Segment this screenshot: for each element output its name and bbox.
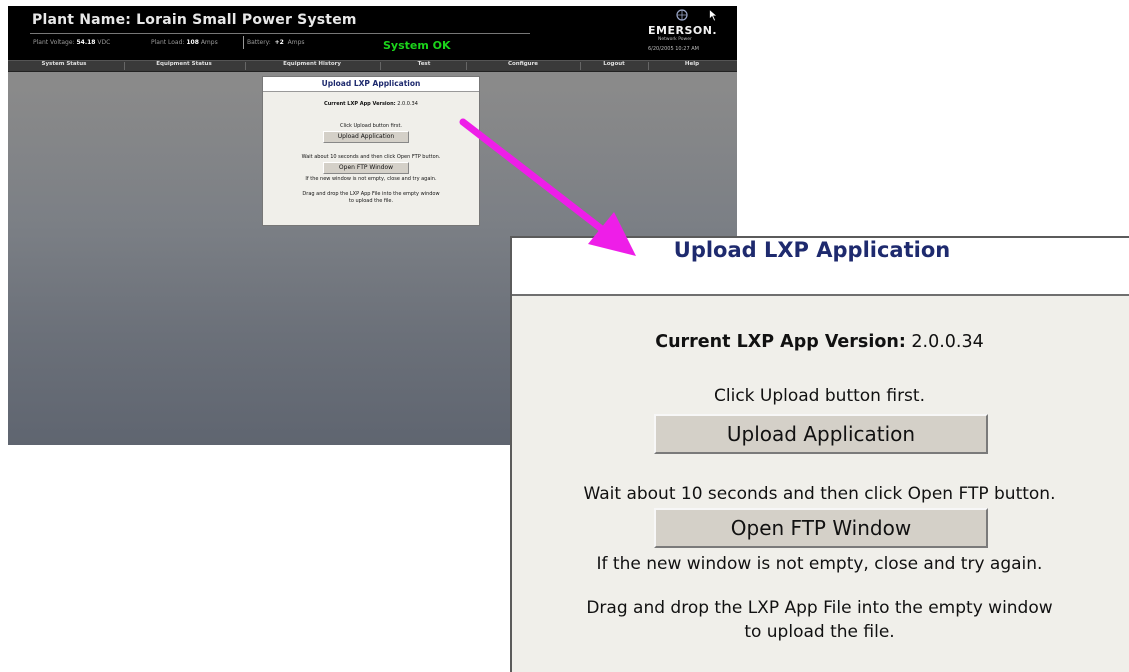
nav-configure[interactable]: Configure — [470, 61, 576, 71]
battery-divider — [243, 36, 244, 49]
current-datetime: 6/20/2005 10:27 AM — [648, 46, 699, 52]
nav-separator — [648, 62, 649, 70]
mouse-cursor-icon — [709, 9, 718, 22]
nav-separator — [245, 62, 246, 70]
nav-separator — [380, 62, 381, 70]
step4-line1-small: Drag and drop the LXP App File into the … — [302, 191, 440, 197]
emerson-logo-text: EMERSON. — [648, 24, 718, 37]
upload-application-button-small[interactable]: Upload Application — [323, 131, 409, 143]
battery-stat: Battery: +2 Amps — [247, 39, 305, 46]
step4-line2: to upload the file. — [744, 622, 895, 642]
step4-line1: Drag and drop the LXP App File into the … — [586, 598, 1053, 618]
header-bar: Plant Name: Lorain Small Power System Pl… — [8, 6, 737, 60]
step3-text-small: If the new window is not empty, close an… — [305, 176, 437, 182]
nav-separator — [124, 62, 125, 70]
main-nav-bar: System Status Equipment Status Equipment… — [8, 60, 737, 72]
nav-separator — [580, 62, 581, 70]
upload-panel-zoomed: Upload LXP Application Current LXP App V… — [510, 236, 1129, 672]
upload-panel-small: Upload LXP Application Current LXP App V… — [262, 76, 480, 226]
current-version-label: Current LXP App Version: — [655, 332, 906, 352]
plant-voltage-stat: Plant Voltage: 54.18 VDC — [33, 39, 111, 46]
upload-panel-title-small: Upload LXP Application — [263, 77, 479, 92]
emerson-logo-icon — [676, 9, 688, 21]
plant-name-title: Plant Name: Lorain Small Power System — [32, 12, 357, 28]
current-version-small: Current LXP App Version: 2.0.0.34 — [324, 101, 418, 107]
header-divider — [30, 33, 530, 34]
nav-test[interactable]: Test — [384, 61, 464, 71]
nav-help[interactable]: Help — [652, 61, 732, 71]
nav-separator — [466, 62, 467, 70]
step1-text: Click Upload button first. — [714, 386, 925, 406]
upload-panel-title: Upload LXP Application — [673, 238, 951, 262]
current-version-value: 2.0.0.34 — [911, 332, 984, 352]
system-status-indicator: System OK — [383, 39, 451, 52]
step2-text-small: Wait about 10 seconds and then click Ope… — [301, 154, 441, 160]
open-ftp-window-button-small[interactable]: Open FTP Window — [323, 162, 409, 174]
nav-equipment-history[interactable]: Equipment History — [248, 61, 376, 71]
step3-text: If the new window is not empty, close an… — [596, 554, 1043, 574]
step4-line2-small: to upload the file. — [348, 198, 394, 204]
upload-application-button[interactable]: Upload Application — [654, 414, 988, 454]
current-version: Current LXP App Version: 2.0.0.34 — [512, 332, 1127, 352]
emerson-logo-subtext: Network Power — [658, 37, 692, 42]
nav-system-status[interactable]: System Status — [8, 61, 120, 71]
step2-text: Wait about 10 seconds and then click Ope… — [583, 484, 1056, 504]
nav-logout[interactable]: Logout — [584, 61, 644, 71]
upload-panel-title-bar: Upload LXP Application — [512, 238, 1129, 296]
open-ftp-window-button[interactable]: Open FTP Window — [654, 508, 988, 548]
nav-equipment-status[interactable]: Equipment Status — [128, 61, 240, 71]
plant-load-stat: Plant Load: 108 Amps — [151, 39, 218, 46]
step1-text-small: Click Upload button first. — [339, 123, 403, 129]
